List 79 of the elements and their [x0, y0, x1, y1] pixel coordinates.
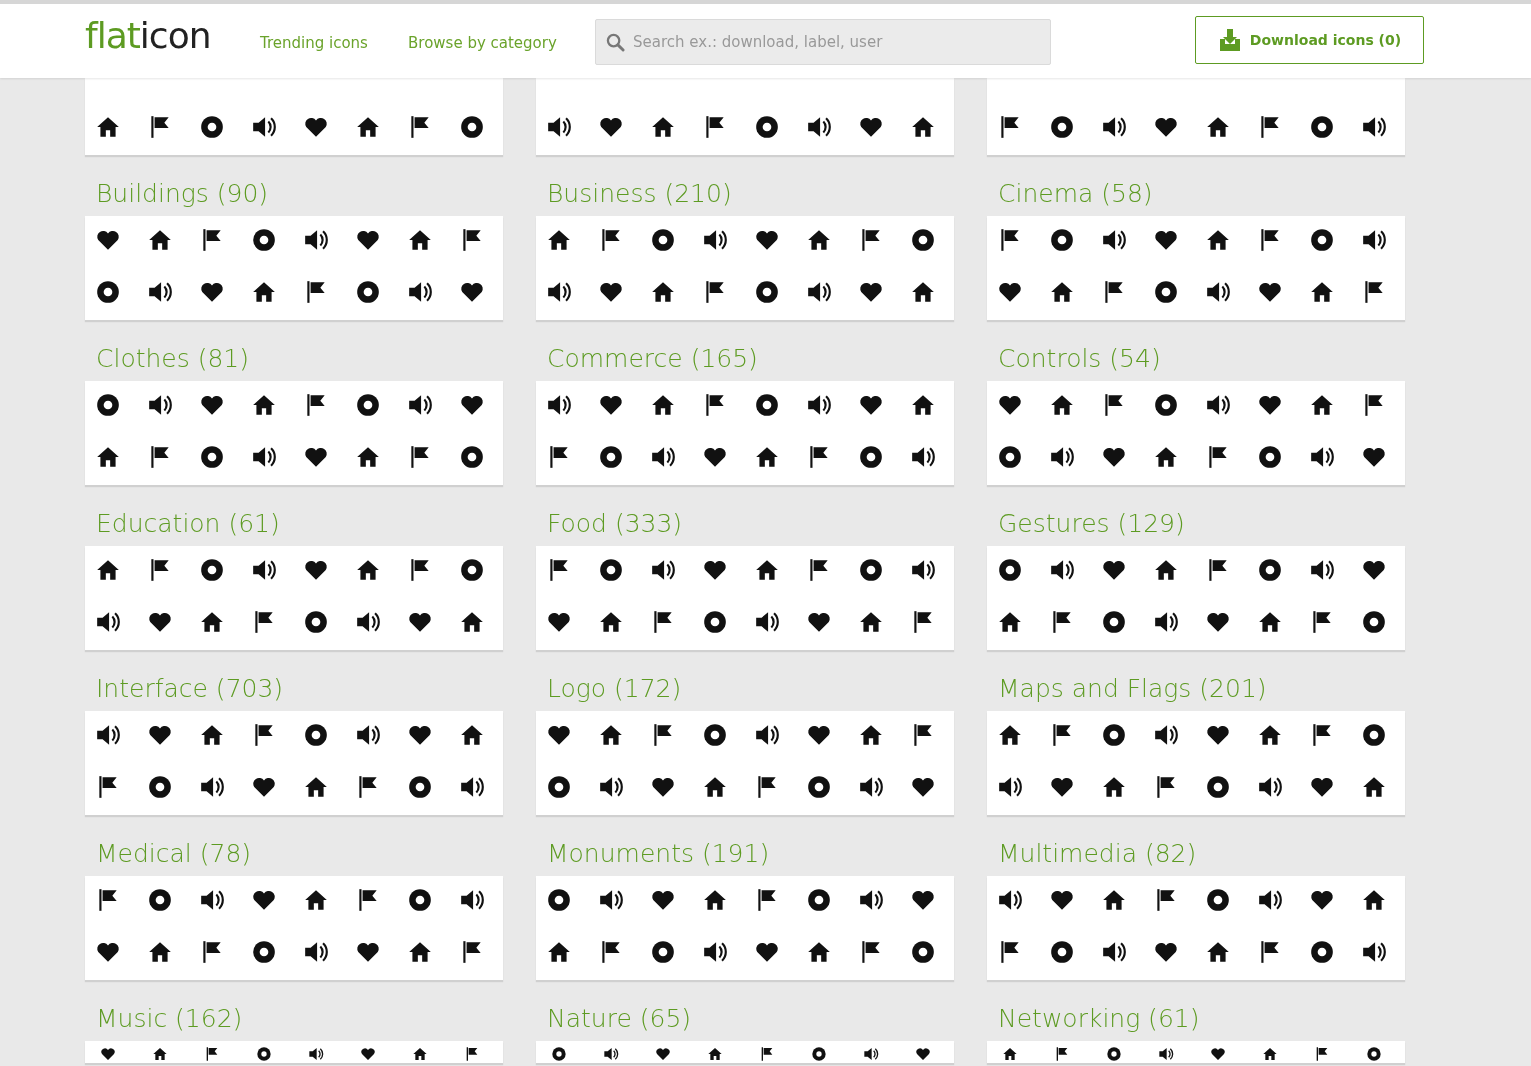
circle-icon[interactable]	[1257, 444, 1283, 470]
circle-icon[interactable]	[598, 444, 624, 470]
circle-icon[interactable]	[754, 279, 780, 305]
circle-icon[interactable]	[702, 722, 728, 748]
circle-icon[interactable]	[598, 557, 624, 583]
category-title[interactable]: Education (61)	[96, 511, 280, 536]
category-title[interactable]: Commerce (165)	[547, 346, 758, 371]
circle-icon[interactable]	[1101, 722, 1127, 748]
circle-icon[interactable]	[546, 774, 572, 800]
circle-icon[interactable]	[858, 444, 884, 470]
circle-icon[interactable]	[199, 444, 225, 470]
category-title[interactable]: Monuments (191)	[547, 841, 770, 866]
category-title[interactable]: Buildings (90)	[96, 181, 269, 206]
circle-icon[interactable]	[1153, 392, 1179, 418]
circle-icon[interactable]	[1205, 887, 1231, 913]
circle-icon[interactable]	[147, 774, 173, 800]
circle-icon[interactable]	[459, 557, 485, 583]
category-title[interactable]: Food (333)	[547, 511, 683, 536]
category-title[interactable]: Controls (54)	[998, 346, 1161, 371]
circle-icon[interactable]	[1205, 774, 1231, 800]
circle-icon[interactable]	[806, 887, 832, 913]
circle-icon[interactable]	[1309, 227, 1335, 253]
circle-icon[interactable]	[650, 939, 676, 965]
circle-icon[interactable]	[459, 444, 485, 470]
circle-icon[interactable]	[95, 392, 121, 418]
category-title[interactable]: Music (162)	[96, 1006, 243, 1031]
category-title[interactable]: Medical (78)	[96, 841, 252, 866]
category-title[interactable]: Gestures (129)	[998, 511, 1185, 536]
circle-icon[interactable]	[910, 939, 936, 965]
circle-icon[interactable]	[650, 227, 676, 253]
circle-icon[interactable]	[702, 609, 728, 635]
circle-icon[interactable]	[546, 887, 572, 913]
category-title[interactable]: Networking (61)	[998, 1006, 1200, 1031]
nav-link[interactable]: Browse by category	[408, 32, 557, 55]
circle-icon[interactable]	[1153, 279, 1179, 305]
category-title[interactable]: Interface (703)	[96, 676, 284, 701]
category-title[interactable]: Multimedia (82)	[998, 841, 1197, 866]
circle-icon[interactable]	[1309, 939, 1335, 965]
circle-icon[interactable]	[1049, 227, 1075, 253]
circle-icon[interactable]	[407, 887, 433, 913]
category-title[interactable]: Cinema (58)	[998, 181, 1153, 206]
circle-icon[interactable]	[997, 557, 1023, 583]
circle-icon[interactable]	[251, 227, 277, 253]
circle-icon[interactable]	[303, 722, 329, 748]
circle-icon[interactable]	[199, 557, 225, 583]
circle-icon[interactable]	[1361, 609, 1387, 635]
circle-icon[interactable]	[251, 939, 277, 965]
category-title[interactable]: Logo (172)	[547, 676, 682, 701]
circle-icon[interactable]	[303, 609, 329, 635]
search-field[interactable]: Search ex.: download, label, user	[595, 19, 1051, 65]
circle-icon[interactable]	[355, 279, 381, 305]
circle-icon[interactable]	[1309, 114, 1335, 140]
search-input[interactable]: Search ex.: download, label, user	[631, 29, 1031, 55]
circle-icon[interactable]	[407, 774, 433, 800]
category-title[interactable]: Maps and Flags (201)	[998, 676, 1267, 701]
circle-icon[interactable]	[858, 557, 884, 583]
download-button[interactable]: Download icons (0)	[1195, 16, 1424, 64]
circle-icon[interactable]	[1257, 557, 1283, 583]
circle-icon[interactable]	[1101, 609, 1127, 635]
circle-icon[interactable]	[910, 227, 936, 253]
circle-icon[interactable]	[997, 444, 1023, 470]
circle-icon[interactable]	[806, 774, 832, 800]
circle-icon[interactable]	[459, 114, 485, 140]
category-title[interactable]: Business (210)	[547, 181, 732, 206]
download-icon	[1217, 29, 1242, 51]
circle-icon[interactable]	[754, 114, 780, 140]
circle-icon[interactable]	[1049, 114, 1075, 140]
nav-link[interactable]: Trending icons	[260, 32, 368, 55]
circle-icon[interactable]	[199, 114, 225, 140]
circle-icon[interactable]	[1361, 722, 1387, 748]
logo[interactable]: flaticon	[85, 18, 211, 54]
category-title[interactable]: Nature (65)	[547, 1006, 692, 1031]
circle-icon[interactable]	[754, 392, 780, 418]
circle-icon[interactable]	[147, 887, 173, 913]
circle-icon[interactable]	[355, 392, 381, 418]
search-icon	[606, 32, 625, 52]
category-title[interactable]: Clothes (81)	[96, 346, 249, 371]
circle-icon[interactable]	[1049, 939, 1075, 965]
circle-icon[interactable]	[95, 279, 121, 305]
